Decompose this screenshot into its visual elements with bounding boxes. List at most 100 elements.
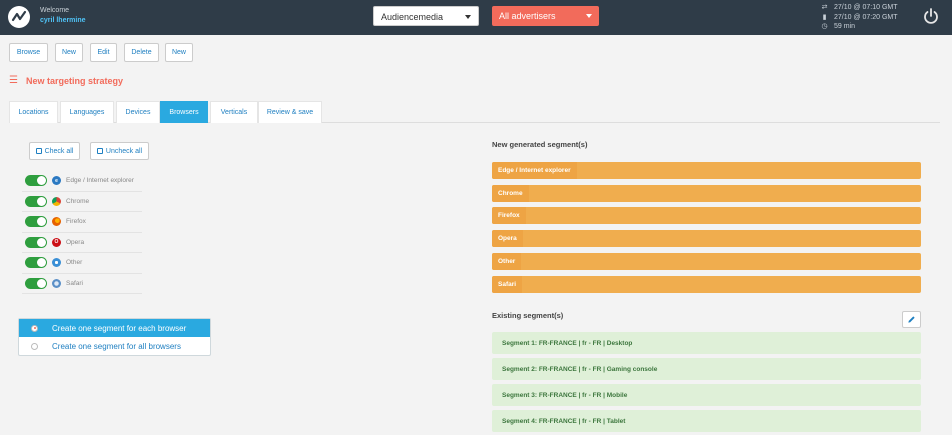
pencil-icon	[908, 316, 915, 323]
timer-value: 59 min	[834, 23, 856, 30]
existing-segment-item: Segment 3: FR-FRANCE | fr - FR | Mobile	[492, 384, 921, 406]
clock-icon: ◷	[821, 23, 828, 30]
edit-button[interactable]: Edit	[90, 43, 117, 62]
toggle-knob	[37, 176, 46, 186]
radio-all-browsers[interactable]: Create one segment for all browsers	[19, 337, 210, 355]
radio-label: Create one segment for each browser	[52, 323, 187, 333]
sync-icon: ⇄	[821, 4, 828, 11]
new-segment-item: Other	[492, 253, 921, 270]
existing-segment-item: Segment 1: FR-FRANCE | fr - FR | Desktop	[492, 332, 921, 354]
tab-review-save[interactable]: Review & save	[258, 101, 322, 123]
page-title: New targeting strategy	[25, 75, 123, 86]
existing-segment-item: Segment 4: FR-FRANCE | fr - FR | Tablet	[492, 410, 921, 432]
checkbox-icon	[35, 148, 42, 154]
toggle-switch[interactable]	[25, 257, 47, 269]
existing-segment-item: Segment 2: FR-FRANCE | fr - FR | Gaming …	[492, 358, 921, 380]
tab-verticals[interactable]: Verticals	[210, 101, 258, 123]
list-item: e Edge / Internet explorer	[22, 171, 142, 192]
edit-segments-button[interactable]	[902, 311, 921, 328]
toggle-knob	[37, 278, 46, 288]
timer-row: ◷ 59 min	[820, 22, 898, 32]
chrome-icon	[52, 196, 61, 206]
segment-label: Other	[492, 253, 522, 270]
edge-icon: e	[52, 176, 61, 186]
toggle-switch[interactable]	[25, 216, 47, 228]
browser-list: e Edge / Internet explorer Chrome Firefo…	[22, 171, 142, 294]
segment-label: Opera	[492, 230, 523, 247]
sync-time: 27/10 @ 07:10 GMT	[834, 4, 898, 11]
radio-button-icon	[31, 342, 38, 350]
page-header: ☰ New targeting strategy	[9, 75, 123, 86]
radio-button-icon	[31, 324, 38, 332]
list-item: Firefox	[22, 212, 142, 233]
toggle-switch[interactable]	[25, 195, 47, 207]
toggle-knob	[37, 217, 46, 227]
toggle-knob	[37, 258, 46, 268]
tab-locations[interactable]: Locations	[9, 101, 58, 123]
radio-each-browser[interactable]: Create one segment for each browser	[19, 319, 210, 337]
new-segments-title: New generated segment(s)	[492, 140, 588, 149]
checkbox-empty-icon	[96, 148, 103, 154]
browser-label: Other	[66, 259, 83, 267]
browser-label: Opera	[66, 238, 85, 246]
radio-label: Create one segment for all browsers	[52, 341, 181, 351]
browser-label: Chrome	[66, 197, 90, 205]
uncheck-all-button[interactable]: Uncheck all	[90, 142, 149, 160]
menu-icon[interactable]: ☰	[9, 75, 18, 86]
uncheck-all-label: Uncheck all	[105, 147, 143, 155]
list-item: O Opera	[22, 233, 142, 253]
check-all-label: Check all	[44, 147, 74, 155]
toggle-switch[interactable]	[25, 175, 47, 187]
list-item: Safari	[22, 274, 142, 294]
media-select[interactable]: Audiencemedia	[373, 6, 479, 26]
browser-label: Edge / Internet explorer	[66, 177, 134, 185]
segment-label: Safari	[492, 276, 523, 293]
existing-segments-title: Existing segment(s)	[492, 311, 564, 320]
list-item: Other	[22, 253, 142, 274]
toggle-knob	[37, 237, 46, 247]
safari-icon	[52, 278, 61, 288]
new-segment-item: Opera	[492, 230, 921, 247]
welcome-label: Welcome	[40, 7, 70, 14]
list-item: Chrome	[22, 192, 142, 212]
app-logo[interactable]	[8, 6, 30, 28]
new-segment-item: Safari	[492, 276, 921, 293]
advertiser-select[interactable]: All advertisers	[492, 6, 599, 26]
new-secondary-button[interactable]: New	[165, 43, 193, 62]
tab-languages[interactable]: Languages	[60, 101, 114, 123]
check-all-button[interactable]: Check all	[29, 142, 80, 160]
sync-row: ⇄ 27/10 @ 07:10 GMT	[820, 3, 898, 13]
new-button[interactable]: New	[55, 43, 83, 62]
new-segment-item: Edge / Internet explorer	[492, 162, 921, 179]
chevron-down-icon	[586, 14, 592, 18]
username[interactable]: cyril lhermine	[40, 17, 86, 24]
advertiser-select-value: All advertisers	[499, 11, 556, 21]
tab-bar: Locations Languages Devices Browsers Ver…	[9, 101, 940, 123]
browser-label: Firefox	[66, 218, 86, 226]
toggle-switch[interactable]	[25, 236, 47, 248]
browse-button[interactable]: Browse	[9, 43, 48, 62]
chart-icon: ▮	[822, 13, 827, 21]
segment-label: Edge / Internet explorer	[492, 162, 577, 179]
new-segment-item: Firefox	[492, 207, 921, 224]
segment-label: Firefox	[492, 207, 526, 224]
browser-label: Safari	[66, 279, 83, 287]
globe-icon	[52, 258, 61, 268]
sync-info: ⇄ 27/10 @ 07:10 GMT ▮ 27/10 @ 07:20 GMT …	[820, 3, 898, 32]
tab-devices[interactable]: Devices	[116, 101, 160, 123]
toggle-knob	[37, 196, 46, 206]
media-select-value: Audiencemedia	[381, 12, 444, 22]
toggle-switch[interactable]	[25, 277, 47, 289]
segment-label: Chrome	[492, 185, 529, 202]
delete-button[interactable]: Delete	[124, 43, 159, 62]
opera-icon: O	[52, 237, 61, 247]
stats-row: ▮ 27/10 @ 07:20 GMT	[820, 13, 898, 23]
firefox-icon	[52, 217, 61, 227]
power-icon[interactable]	[922, 7, 940, 25]
tab-browsers[interactable]: Browsers	[160, 101, 208, 123]
stats-time: 27/10 @ 07:20 GMT	[834, 13, 898, 21]
segment-mode-group: Create one segment for each browser Crea…	[18, 318, 211, 356]
new-segment-item: Chrome	[492, 185, 921, 202]
chevron-down-icon	[465, 15, 471, 19]
top-bar: Welcome cyril lhermine Audiencemedia All…	[0, 0, 952, 35]
